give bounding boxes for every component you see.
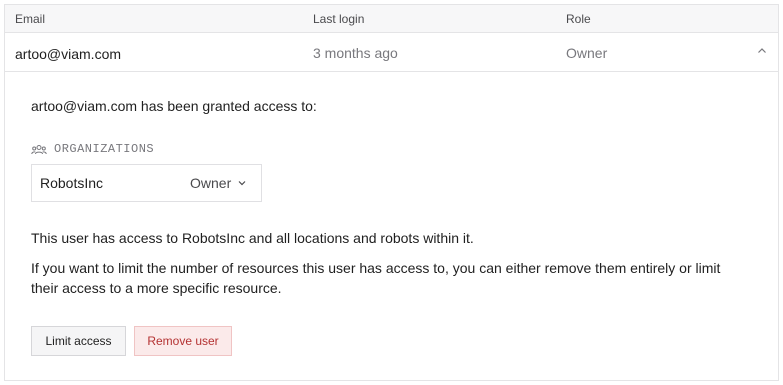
chevron-up-icon[interactable]: [755, 44, 769, 58]
user-role: Owner: [566, 45, 608, 61]
user-last-login: 3 months ago: [313, 45, 398, 61]
table-row[interactable]: artoo@viam.com 3 months ago Owner: [5, 34, 778, 72]
organization-name: RobotsInc: [40, 175, 104, 191]
access-info-text: This user has access to RobotsInc and al…: [31, 230, 474, 246]
chevron-down-icon: [238, 181, 246, 186]
organization-card: RobotsInc Owner: [31, 164, 262, 202]
organizations-section-label: ORGANIZATIONS: [31, 141, 154, 157]
user-access-details: artoo@viam.com has been granted access t…: [5, 73, 778, 380]
limit-access-button[interactable]: Limit access: [31, 326, 126, 356]
user-email: artoo@viam.com: [15, 46, 122, 62]
email-column-header: Email: [15, 12, 46, 26]
granted-access-text: artoo@viam.com has been granted access t…: [31, 98, 317, 114]
table-header: Email Last login Role: [5, 5, 778, 33]
last-login-column-header: Last login: [313, 12, 365, 26]
users-group-icon: [31, 143, 47, 155]
organization-role-select[interactable]: Owner: [190, 175, 247, 191]
members-panel: Email Last login Role artoo@viam.com 3 m…: [4, 4, 779, 381]
organization-role-value: Owner: [190, 175, 232, 191]
remove-user-button[interactable]: Remove user: [134, 326, 232, 356]
limit-info-text: If you want to limit the number of resou…: [31, 260, 721, 296]
role-column-header: Role: [566, 12, 591, 26]
organizations-label: ORGANIZATIONS: [54, 142, 155, 156]
